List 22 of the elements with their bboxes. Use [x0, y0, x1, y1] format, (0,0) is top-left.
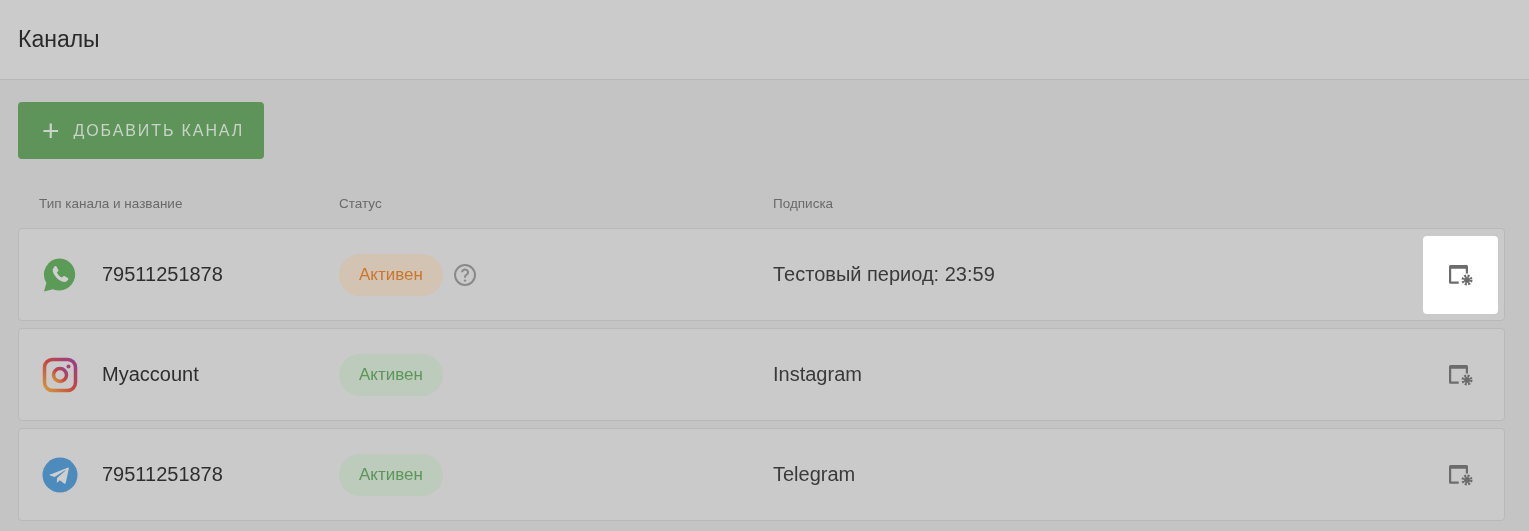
- subscription-text: Telegram: [773, 463, 856, 485]
- column-header: Подписка: [773, 195, 835, 211]
- page-title: Каналы: [18, 26, 100, 53]
- chat-phone-icon: [42, 256, 78, 293]
- window-settings-icon: [1446, 362, 1475, 387]
- status-badge: Активен: [339, 453, 443, 496]
- status-badge: Активен: [339, 353, 443, 396]
- status-badge: Активен: [339, 253, 443, 296]
- subscription-text: Instagram: [773, 363, 862, 385]
- subscription-text: Тестовый период: 23:59: [773, 263, 995, 285]
- channel-name: Myaccount: [102, 363, 199, 386]
- add-channel-button[interactable]: + ДОБАВИТЬ КАНАЛ: [18, 102, 265, 159]
- help-icon[interactable]: [453, 262, 477, 287]
- column-header: Тип канала и название: [38, 195, 184, 211]
- column-header: Статус: [339, 195, 383, 211]
- paper-plane-icon: [42, 456, 78, 493]
- settings-button[interactable]: [1423, 235, 1498, 314]
- window-settings-icon: [1446, 262, 1475, 287]
- camera-icon: [42, 356, 78, 393]
- channel-name: 79511251878: [102, 263, 223, 286]
- channel-name: 79511251878: [102, 463, 223, 486]
- window-settings-icon: [1446, 462, 1475, 487]
